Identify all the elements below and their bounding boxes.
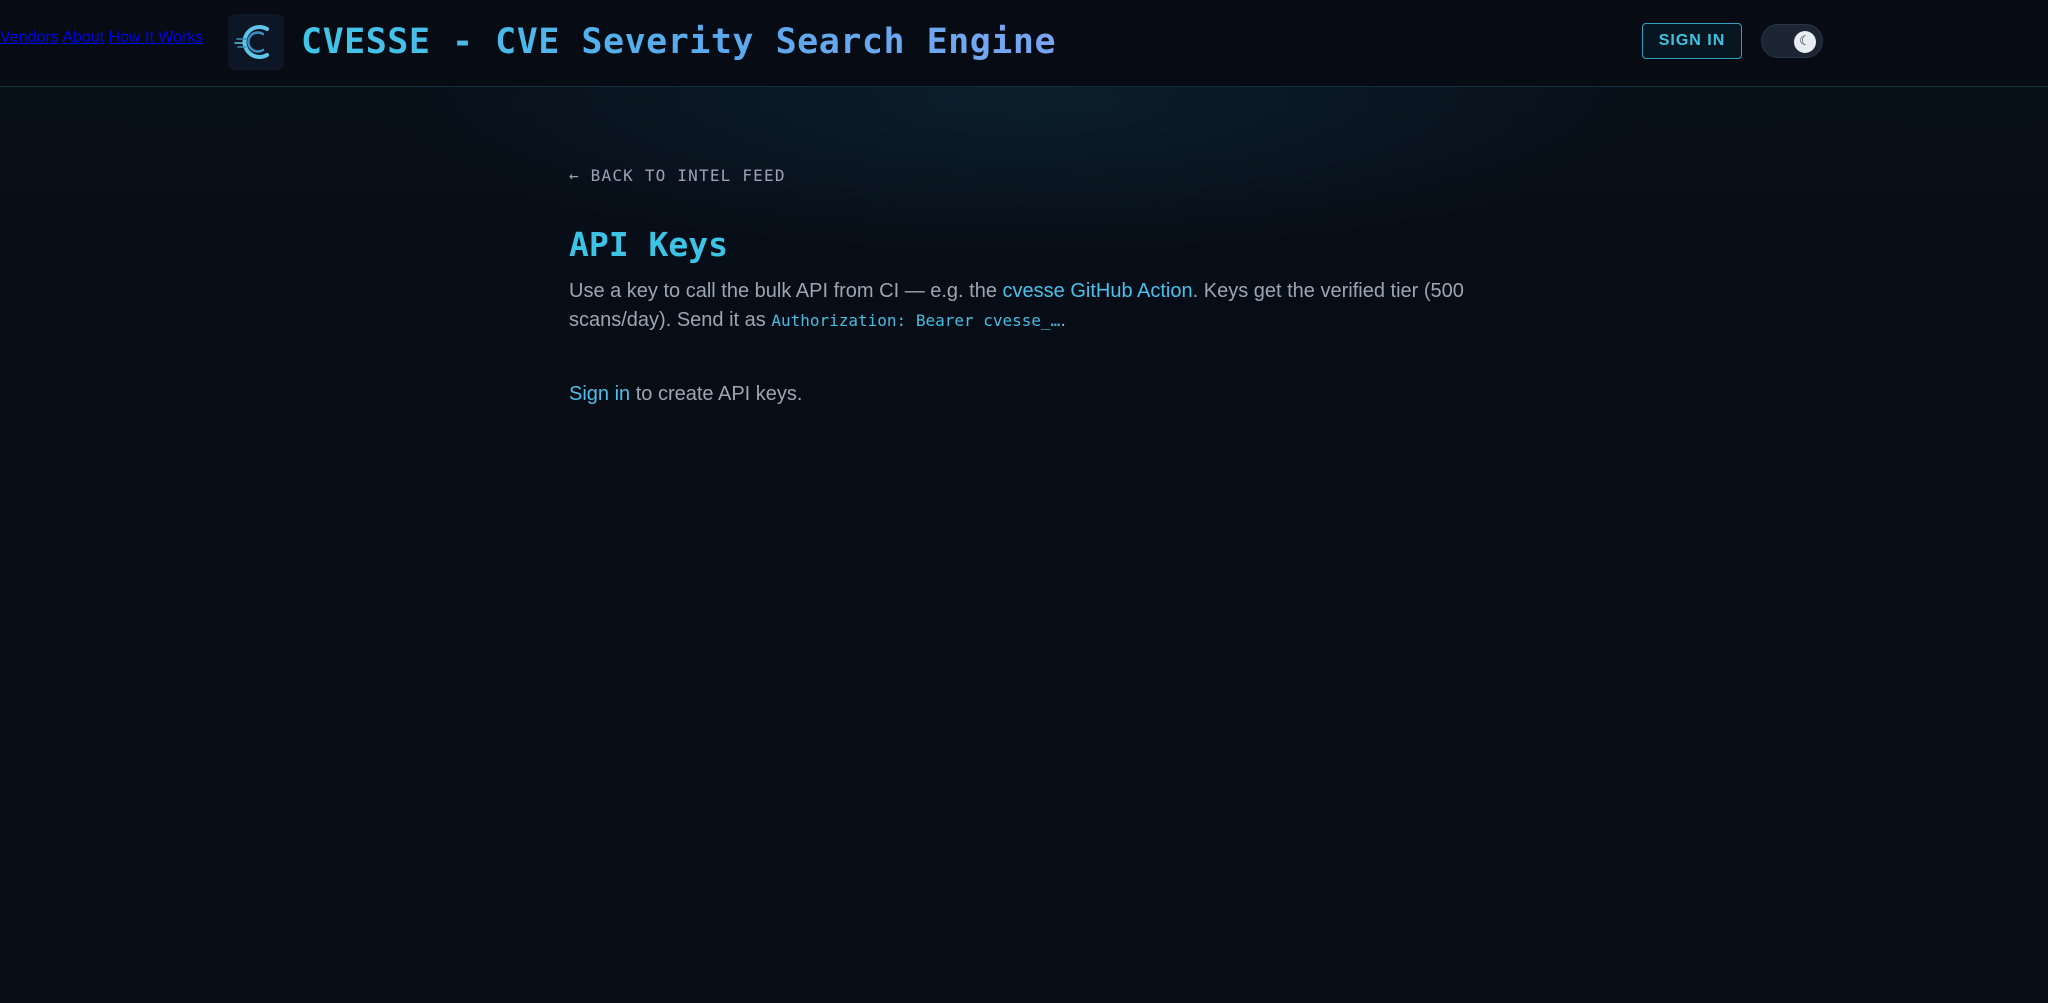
auth-header-code: Authorization: Bearer cvesse_… xyxy=(771,311,1061,330)
signin-note: Sign in to create API keys. xyxy=(569,380,802,409)
signin-note-text: to create API keys. xyxy=(630,383,803,405)
page: CVESSE - CVE Severity Search Engine Vend… xyxy=(0,0,2048,1003)
github-action-link[interactable]: cvesse GitHub Action xyxy=(1003,280,1193,302)
description-text-3: . xyxy=(1060,309,1066,331)
nav-how-it-works[interactable]: How It Works xyxy=(109,29,204,46)
sign-in-button[interactable]: SIGN IN xyxy=(1642,23,1742,59)
moon-icon: ☾ xyxy=(1794,31,1816,53)
theme-toggle[interactable]: ☾ xyxy=(1761,24,1823,58)
page-title: API Keys xyxy=(569,225,728,264)
api-description: Use a key to call the bulk API from CI —… xyxy=(569,277,1469,335)
nav-about[interactable]: About xyxy=(62,29,104,46)
top-header: CVESSE - CVE Severity Search Engine Vend… xyxy=(0,0,2048,87)
sign-in-link[interactable]: Sign in xyxy=(569,383,630,405)
description-text: Use a key to call the bulk API from CI —… xyxy=(569,280,1003,302)
back-to-intel-feed-link[interactable]: ← BACK TO INTEL FEED xyxy=(569,164,786,188)
nav-vendors[interactable]: Vendors xyxy=(0,29,59,46)
